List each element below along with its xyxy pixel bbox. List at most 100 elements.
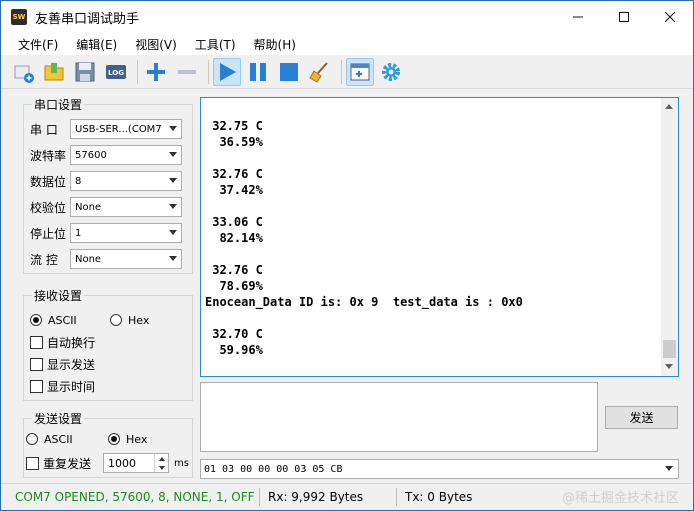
- chevron-down-icon: [169, 178, 177, 183]
- show-time-row: 显示时间: [30, 376, 95, 396]
- chevron-down-icon: [169, 204, 177, 209]
- baud-label: 波特率: [30, 148, 67, 163]
- stepper-down-button[interactable]: [155, 463, 168, 472]
- receive-ascii-radio[interactable]: [30, 314, 42, 326]
- menu-edit[interactable]: 编辑(E): [67, 36, 126, 53]
- flow-value: None: [75, 253, 102, 265]
- data-bits-select[interactable]: 8: [70, 171, 182, 191]
- baud-value: 57600: [75, 149, 107, 161]
- save-button[interactable]: [71, 58, 99, 86]
- port-row: 串 口 USB-SER...(COM7: [30, 119, 182, 139]
- menu-help[interactable]: 帮助(H): [245, 36, 305, 53]
- remove-button[interactable]: [173, 58, 201, 86]
- repeat-send-checkbox[interactable]: [26, 456, 39, 470]
- send-hex-label: Hex: [126, 432, 148, 446]
- close-button[interactable]: [647, 1, 693, 33]
- flow-select[interactable]: None: [70, 249, 182, 269]
- repeat-send-row: 重复发送 1000 ms: [26, 453, 189, 473]
- data-bits-value: 8: [75, 175, 82, 187]
- receive-mode-row: ASCII Hex: [30, 310, 149, 330]
- send-hex-radio[interactable]: [108, 433, 120, 445]
- scroll-thumb[interactable]: [663, 340, 676, 358]
- log-button[interactable]: LOG: [102, 58, 130, 86]
- status-separator: [396, 488, 397, 506]
- scroll-down-icon[interactable]: [665, 364, 673, 369]
- pause-button[interactable]: [244, 58, 272, 86]
- settings-button[interactable]: [377, 58, 405, 86]
- stop-bits-value: 1: [75, 227, 82, 239]
- receive-ascii-label: ASCII: [48, 313, 77, 327]
- repeat-interval-input[interactable]: 1000: [103, 453, 169, 473]
- menu-tools[interactable]: 工具(T): [186, 36, 245, 53]
- clear-button[interactable]: [306, 58, 334, 86]
- flow-label: 流 控: [30, 252, 58, 267]
- add-icon: [147, 62, 165, 81]
- title-bar: SW 友善串口调试助手: [1, 1, 693, 33]
- stop-bits-label: 停止位: [30, 226, 67, 241]
- send-ascii-radio[interactable]: [26, 433, 38, 445]
- scroll-up-icon[interactable]: [665, 104, 673, 109]
- stepper-up-button[interactable]: [155, 454, 168, 463]
- send-settings-group: 发送设置 ASCII Hex 重复发送 1000 ms: [23, 410, 193, 478]
- send-ascii-label: ASCII: [44, 432, 73, 446]
- stop-button[interactable]: [275, 58, 303, 86]
- chevron-up-icon: [158, 456, 165, 461]
- chevron-down-icon: [158, 465, 165, 470]
- port-value: USB-SER...(COM7: [75, 123, 162, 135]
- watermark: @稀土掘金技术社区: [561, 491, 679, 506]
- app-icon: SW: [11, 9, 27, 25]
- receive-settings-title: 接收设置: [32, 287, 85, 304]
- send-settings-title: 发送设置: [32, 410, 85, 427]
- baud-select[interactable]: 57600: [70, 145, 182, 165]
- auto-newline-row: 自动换行: [30, 332, 95, 352]
- window-add-icon: [350, 63, 370, 80]
- maximize-icon: [619, 12, 629, 22]
- auto-newline-label: 自动换行: [47, 335, 96, 350]
- tx-count: Tx: 0 Bytes: [405, 490, 473, 504]
- new-window-button[interactable]: [346, 57, 374, 86]
- connection-status: COM7 OPENED, 57600, 8, NONE, 1, OFF: [15, 490, 255, 504]
- auto-newline-checkbox[interactable]: [30, 335, 43, 349]
- send-history-select[interactable]: 01 03 00 00 00 03 05 CB: [200, 459, 679, 479]
- close-icon: [665, 12, 675, 22]
- send-button[interactable]: 发送: [605, 406, 678, 429]
- baud-row: 波特率 57600: [30, 145, 182, 165]
- status-separator: [259, 488, 260, 506]
- chevron-down-icon: [169, 256, 177, 261]
- send-history-value: 01 03 00 00 00 03 05 CB: [204, 463, 343, 475]
- play-button[interactable]: [213, 57, 241, 86]
- parity-row: 校验位 None: [30, 197, 182, 217]
- serial-settings-group: 串口设置 串 口 USB-SER...(COM7 波特率 57600 数据位 8…: [23, 96, 193, 274]
- parity-label: 校验位: [30, 200, 67, 215]
- log-icon: LOG: [106, 64, 126, 79]
- port-label: 串 口: [30, 122, 58, 137]
- port-select[interactable]: USB-SER...(COM7: [70, 119, 182, 139]
- show-send-label: 显示发送: [47, 357, 96, 372]
- menu-file[interactable]: 文件(F): [9, 36, 67, 53]
- minimize-button[interactable]: [555, 1, 601, 33]
- send-input[interactable]: [200, 382, 598, 452]
- svg-text:LOG: LOG: [108, 69, 124, 77]
- show-time-checkbox[interactable]: [30, 379, 43, 393]
- repeat-send-label: 重复发送: [43, 456, 92, 471]
- chevron-down-icon: [169, 152, 177, 157]
- show-send-checkbox[interactable]: [30, 357, 43, 371]
- gear-icon: [382, 62, 400, 81]
- new-session-button[interactable]: [9, 58, 37, 86]
- vertical-scrollbar[interactable]: [661, 98, 678, 376]
- maximize-button[interactable]: [601, 1, 647, 33]
- repeat-interval-value: 1000: [108, 456, 136, 470]
- show-time-label: 显示时间: [47, 379, 96, 394]
- add-button[interactable]: [142, 58, 170, 86]
- stop-bits-select[interactable]: 1: [70, 223, 182, 243]
- parity-select[interactable]: None: [70, 197, 182, 217]
- receive-area[interactable]: 32.75 C 36.59% 32.76 C 37.42% 33.06 C 82…: [200, 97, 679, 377]
- interval-stepper[interactable]: [154, 454, 168, 472]
- chevron-down-icon: [169, 126, 177, 131]
- receive-hex-radio[interactable]: [110, 314, 122, 326]
- receive-hex-label: Hex: [128, 313, 150, 327]
- remove-icon: [178, 69, 196, 74]
- flow-row: 流 控 None: [30, 249, 182, 269]
- open-button[interactable]: [40, 58, 68, 86]
- menu-view[interactable]: 视图(V): [126, 36, 186, 53]
